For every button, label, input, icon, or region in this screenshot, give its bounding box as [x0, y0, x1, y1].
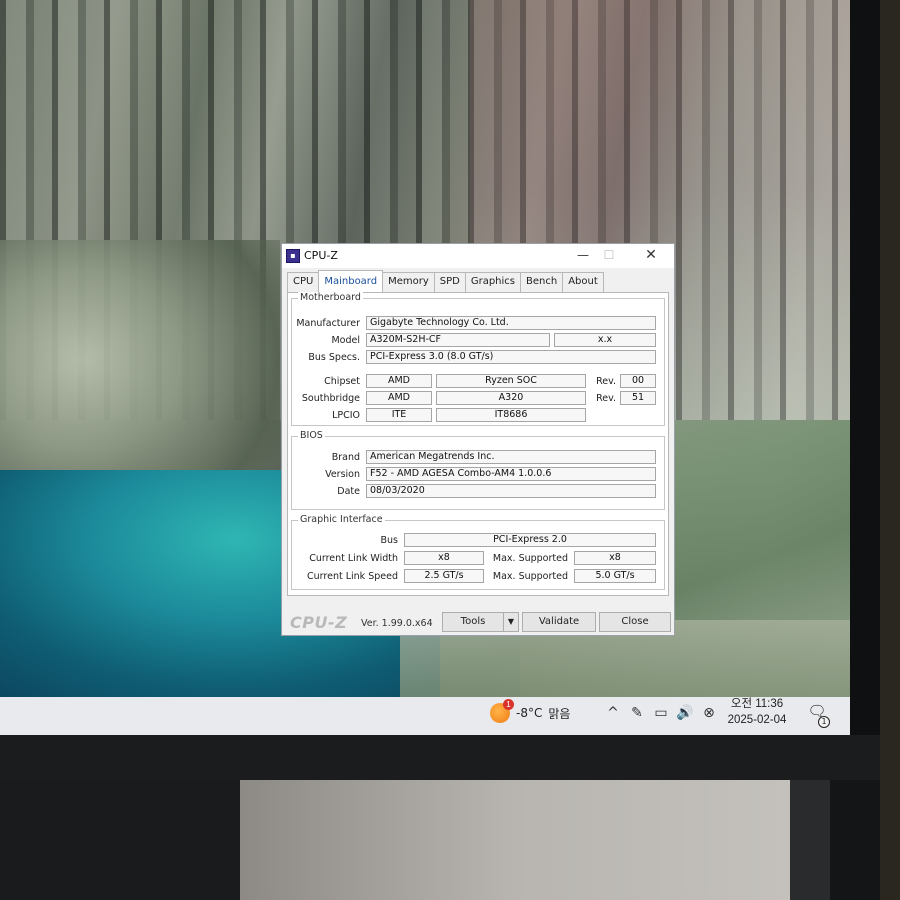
gi-max-speed-value: 5.0 GT/s — [574, 569, 656, 583]
desk-area — [0, 780, 240, 900]
network-icon[interactable]: ▭ — [652, 705, 670, 721]
clock-date: 2025-02-04 — [727, 714, 787, 726]
taskbar-clock[interactable]: 오전 11:36 2025-02-04 — [722, 696, 792, 728]
monitor-bezel-bottom — [0, 735, 900, 780]
monitor-stand — [790, 780, 830, 900]
background-shelf — [880, 0, 900, 900]
tools-button[interactable]: Tools — [442, 612, 504, 632]
graphic-interface-group-title: Graphic Interface — [298, 514, 385, 525]
manufacturer-label: Manufacturer — [296, 318, 360, 329]
gi-max-width-label: Max. Supported — [492, 553, 568, 564]
minimize-button[interactable]: — — [570, 246, 596, 264]
bios-version-value: F52 - AMD AGESA Combo-AM4 1.0.0.6 — [366, 467, 656, 481]
southbridge-rev-label: Rev. — [596, 393, 616, 404]
gi-link-speed-label: Current Link Speed — [307, 571, 398, 582]
bios-date-label: Date — [337, 486, 360, 497]
tab-cpu[interactable]: CPU — [287, 272, 320, 292]
weather-badge: 1 — [503, 699, 514, 710]
tab-memory[interactable]: Memory — [382, 272, 435, 292]
footer-bar: CPU-Z Ver. 1.99.0.x64 Tools ▼ Validate C… — [282, 607, 674, 635]
southbridge-label: Southbridge — [301, 393, 360, 404]
gi-bus-value: PCI-Express 2.0 — [404, 533, 656, 547]
gi-bus-label: Bus — [380, 535, 399, 546]
bios-group: BIOS Brand American Megatrends Inc. Vers… — [291, 430, 665, 510]
tab-bar: CPU Mainboard Memory SPD Graphics Bench … — [287, 270, 604, 292]
weather-condition: 맑음 — [548, 706, 571, 721]
volume-icon[interactable]: 🔊 — [676, 705, 694, 721]
bios-version-label: Version — [325, 469, 360, 480]
monitor-bezel-right — [850, 0, 880, 780]
chipset-model-value: Ryzen SOC — [436, 374, 586, 388]
weather-widget[interactable]: 1 -8°C 맑음 — [490, 699, 571, 725]
graphic-interface-group: Graphic Interface Bus PCI-Express 2.0 Cu… — [291, 514, 665, 590]
title-bar[interactable]: ▪ CPU-Z — ☐ ✕ — [282, 244, 674, 268]
chipset-rev-value: 00 — [620, 374, 656, 388]
bus-specs-label: Bus Specs. — [308, 352, 360, 363]
tab-bench[interactable]: Bench — [520, 272, 564, 292]
southbridge-vendor-value: AMD — [366, 391, 432, 405]
gi-link-speed-value: 2.5 GT/s — [404, 569, 484, 583]
chipset-label: Chipset — [324, 376, 360, 387]
weather-temperature: -8°C — [516, 706, 543, 720]
system-tray: ^ ✎ ▭ 🔊 ⊗ — [604, 701, 718, 725]
southbridge-model-value: A320 — [436, 391, 586, 405]
motherboard-group-title: Motherboard — [298, 292, 363, 303]
monitor: 1 -8°C 맑음 ^ ✎ ▭ 🔊 ⊗ 오전 11:36 2025-02-04 … — [0, 0, 900, 900]
sun-icon: 1 — [490, 699, 514, 723]
bios-brand-label: Brand — [331, 452, 360, 463]
cpuz-window: ▪ CPU-Z — ☐ ✕ CPU Mainboard Memory SPD G… — [281, 243, 675, 636]
bus-specs-value: PCI-Express 3.0 (8.0 GT/s) — [366, 350, 656, 364]
window-title: CPU-Z — [304, 249, 338, 262]
pen-icon[interactable]: ✎ — [628, 705, 646, 721]
lpcio-vendor-value: ITE — [366, 408, 432, 422]
tab-graphics[interactable]: Graphics — [464, 272, 522, 292]
chipset-vendor-value: AMD — [366, 374, 432, 388]
tools-dropdown-arrow[interactable]: ▼ — [503, 612, 519, 632]
close-window-button[interactable]: ✕ — [638, 246, 664, 264]
chevron-up-icon[interactable]: ^ — [604, 705, 622, 721]
clock-time: 오전 11:36 — [730, 698, 784, 710]
manufacturer-value: Gigabyte Technology Co. Ltd. — [366, 316, 656, 330]
lpcio-label: LPCIO — [332, 410, 360, 421]
tab-mainboard[interactable]: Mainboard — [318, 270, 384, 292]
bios-group-title: BIOS — [298, 430, 325, 441]
lpcio-model-value: IT8686 — [436, 408, 586, 422]
close-button[interactable]: Close — [599, 612, 671, 632]
gi-link-width-label: Current Link Width — [309, 553, 398, 564]
chipset-rev-label: Rev. — [596, 376, 616, 387]
cpuz-app-icon: ▪ — [286, 249, 300, 263]
validate-button[interactable]: Validate — [522, 612, 596, 632]
southbridge-rev-value: 51 — [620, 391, 656, 405]
gi-max-speed-label: Max. Supported — [492, 571, 568, 582]
gi-max-width-value: x8 — [574, 551, 656, 565]
bios-date-value: 08/03/2020 — [366, 484, 656, 498]
motherboard-group: Motherboard Manufacturer Gigabyte Techno… — [291, 292, 665, 426]
tab-about[interactable]: About — [562, 272, 604, 292]
notification-icon[interactable]: 🗨 1 — [806, 702, 830, 728]
model-label: Model — [331, 335, 360, 346]
mute-icon[interactable]: ⊗ — [700, 705, 718, 721]
model-revision-value: x.x — [554, 333, 656, 347]
bios-brand-value: American Megatrends Inc. — [366, 450, 656, 464]
background-wall — [240, 780, 790, 900]
maximize-button[interactable]: ☐ — [596, 246, 622, 264]
notification-count: 1 — [818, 716, 830, 728]
gi-link-width-value: x8 — [404, 551, 484, 565]
mainboard-panel: Motherboard Manufacturer Gigabyte Techno… — [287, 292, 669, 596]
version-label: Ver. 1.99.0.x64 — [361, 618, 433, 629]
tab-spd[interactable]: SPD — [433, 272, 466, 292]
model-value: A320M-S2H-CF — [366, 333, 550, 347]
cpuz-logo: CPU-Z — [290, 613, 348, 632]
